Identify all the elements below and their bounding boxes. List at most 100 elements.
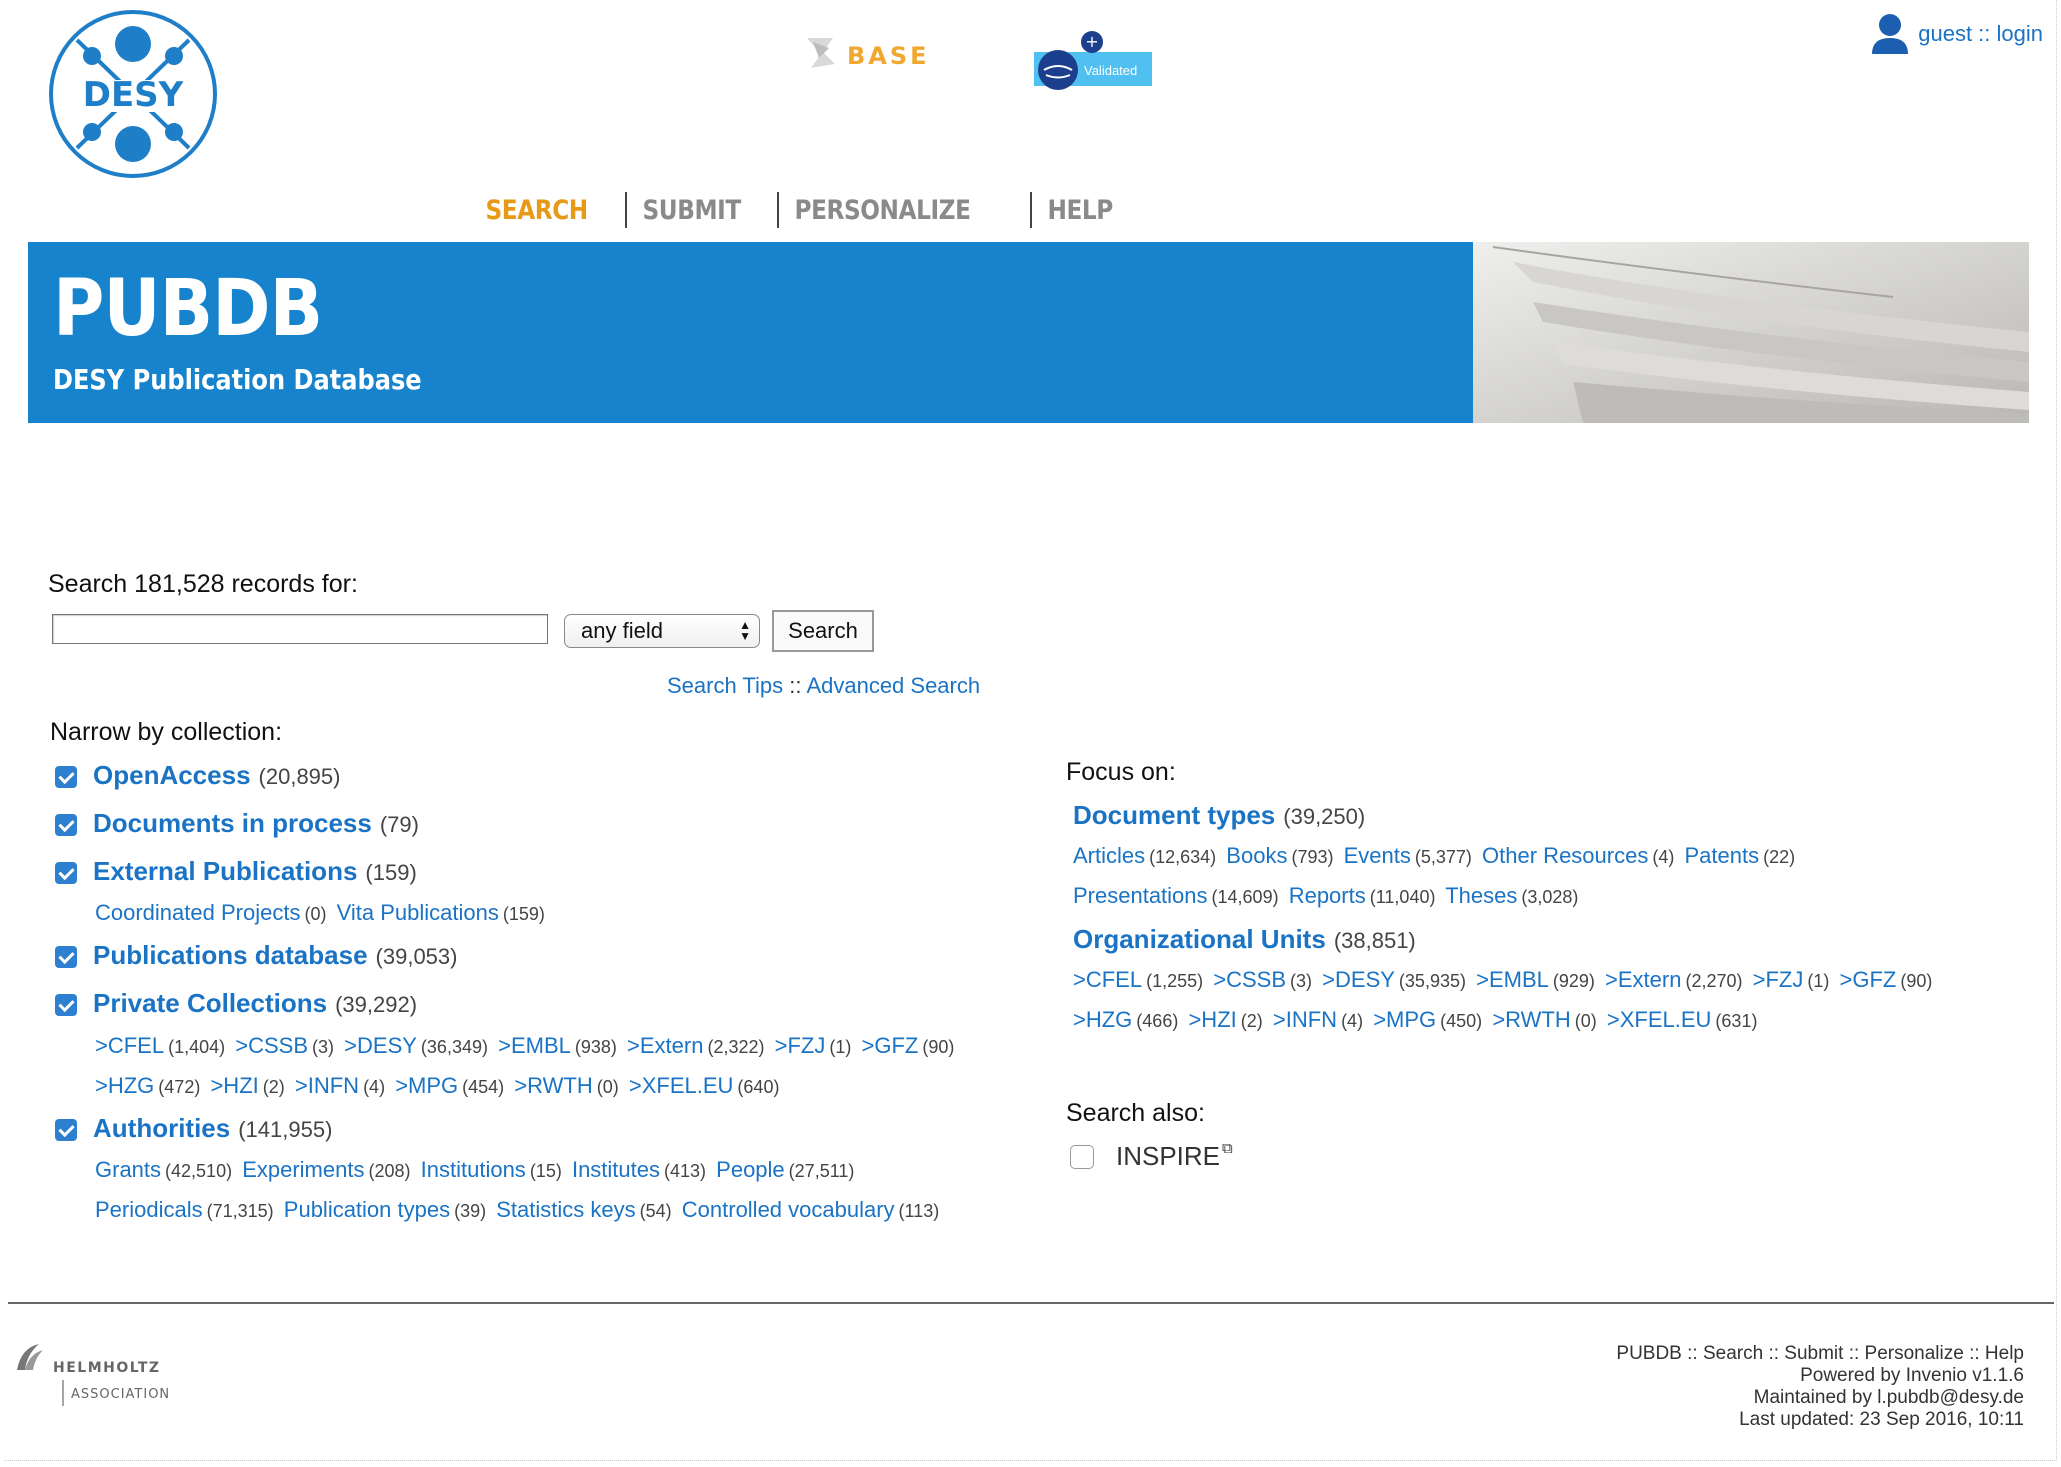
focus-link[interactable]: >HZI	[1188, 1007, 1236, 1032]
subcollection-link[interactable]: >XFEL.EU	[629, 1073, 734, 1098]
helmholtz-line-2: ASSOCIATION	[71, 1387, 170, 1402]
focus-link[interactable]: Events	[1344, 843, 1411, 868]
subcollection-link[interactable]: Vita Publications	[337, 900, 499, 925]
subcollection-link[interactable]: Institutes	[572, 1157, 660, 1182]
subcollection-link[interactable]: >HZG	[95, 1073, 154, 1098]
newspaper-image	[1473, 242, 2029, 423]
external-link-icon: ⧉	[1222, 1140, 1233, 1157]
advanced-search-link[interactable]: Advanced Search	[806, 673, 980, 698]
checkbox-checked[interactable]	[55, 946, 77, 968]
search-button[interactable]: Search	[772, 610, 874, 652]
focus-count: (90)	[1900, 971, 1933, 991]
checkbox-unchecked[interactable]	[1070, 1144, 1094, 1169]
focus-link[interactable]: Other Resources	[1482, 843, 1648, 868]
focus-link[interactable]: >MPG	[1373, 1007, 1436, 1032]
subcollection-link[interactable]: >CSSB	[235, 1033, 308, 1058]
focus-heading-link[interactable]: Organizational Units	[1073, 924, 1326, 955]
subcollection-link[interactable]: Experiments	[242, 1157, 364, 1182]
focus-link[interactable]: >HZG	[1073, 1007, 1132, 1032]
search-input[interactable]	[52, 614, 548, 644]
focus-link[interactable]: >FZJ	[1753, 967, 1804, 992]
checkbox-checked[interactable]	[55, 994, 77, 1016]
nav-personalize[interactable]: PERSONALIZE	[779, 195, 986, 226]
subcollection-link[interactable]: >INFN	[295, 1073, 359, 1098]
collection-name[interactable]: Publications database	[93, 940, 368, 971]
focus-link[interactable]: >GFZ	[1839, 967, 1896, 992]
subcollection-link[interactable]: People	[716, 1157, 785, 1182]
collection-name[interactable]: Documents in process	[93, 808, 372, 839]
subcollection-link[interactable]: >HZI	[210, 1073, 258, 1098]
focus-link[interactable]: >CSSB	[1213, 967, 1286, 992]
focus-link[interactable]: >Extern	[1605, 967, 1681, 992]
nav-help[interactable]: HELP	[1032, 195, 1128, 226]
subcollection-link[interactable]: Controlled vocabulary	[682, 1197, 895, 1222]
checkbox-checked[interactable]	[55, 862, 77, 884]
focus-link[interactable]: Presentations	[1073, 883, 1208, 908]
focus-link[interactable]: >CFEL	[1073, 967, 1142, 992]
subcollection-count: (454)	[462, 1077, 505, 1097]
validated-badge-icon[interactable]: + Validated	[1030, 28, 1155, 90]
focus-link[interactable]: >RWTH	[1492, 1007, 1570, 1032]
subcollection-link[interactable]: >RWTH	[514, 1073, 592, 1098]
focus-count: (2)	[1240, 1011, 1263, 1031]
base-logo-text: BASE	[847, 42, 930, 70]
focus-link[interactable]: Theses	[1445, 883, 1517, 908]
subcollection-count: (640)	[737, 1077, 780, 1097]
focus-count: (39,250)	[1283, 804, 1366, 829]
subcollection-link[interactable]: Coordinated Projects	[95, 900, 300, 925]
focus-link[interactable]: >XFEL.EU	[1607, 1007, 1712, 1032]
focus-link[interactable]: >EMBL	[1476, 967, 1549, 992]
collection-name[interactable]: Private Collections	[93, 988, 327, 1019]
subcollection-link[interactable]: Institutions	[421, 1157, 526, 1182]
checkbox-checked[interactable]	[55, 766, 77, 788]
document-types-row-1: Articles (12,634) Books (793) Events (5,377…	[1073, 843, 1799, 869]
collection-name[interactable]: Authorities	[93, 1113, 230, 1144]
inspire-label[interactable]: INSPIRE	[1116, 1141, 1220, 1172]
focus-heading-link[interactable]: Document types	[1073, 800, 1275, 831]
subcollection-link[interactable]: >MPG	[395, 1073, 458, 1098]
validated-text: Validated	[1084, 63, 1137, 78]
nav-search[interactable]: SEARCH	[470, 195, 603, 226]
subcollection-count: (1,404)	[168, 1037, 226, 1057]
field-select[interactable]: any field ▲ ▼	[564, 614, 760, 648]
focus-link[interactable]: >DESY	[1322, 967, 1395, 992]
subcollection-link[interactable]: >CFEL	[95, 1033, 164, 1058]
focus-count: (3,028)	[1521, 887, 1579, 907]
checkbox-checked[interactable]	[55, 1119, 77, 1141]
focus-link[interactable]: Patents	[1684, 843, 1759, 868]
subcollection-count: (39)	[454, 1201, 487, 1221]
search-tips-link[interactable]: Search Tips	[667, 673, 783, 698]
user-login-link[interactable]: guest :: login	[1918, 21, 2043, 47]
subcollection-count: (4)	[363, 1077, 386, 1097]
user-login[interactable]: guest :: login	[1870, 12, 2043, 56]
private-subcollections-row-2: >HZG (472) >HZI (2) >INFN (4) >MPG (454) >RW…	[95, 1073, 783, 1099]
desy-logo[interactable]: DESY	[47, 8, 219, 180]
checkbox-checked[interactable]	[55, 814, 77, 836]
base-logo[interactable]: BASE	[805, 34, 950, 76]
document-types-row-2: Presentations (14,609) Reports (11,040) Th…	[1073, 883, 1582, 909]
subcollection-link[interactable]: Grants	[95, 1157, 161, 1182]
focus-link[interactable]: Books	[1226, 843, 1287, 868]
focus-link[interactable]: >INFN	[1273, 1007, 1337, 1032]
collection-count: (141,955)	[238, 1117, 333, 1142]
subcollection-link[interactable]: Publication types	[284, 1197, 450, 1222]
subcollection-link[interactable]: >DESY	[344, 1033, 417, 1058]
subcollection-link[interactable]: Statistics keys	[496, 1197, 635, 1222]
top-nav: SEARCH SUBMIT PERSONALIZE HELP	[470, 192, 1144, 228]
collection-name[interactable]: OpenAccess	[93, 760, 251, 791]
focus-link[interactable]: Reports	[1289, 883, 1366, 908]
subcollection-link[interactable]: >FZJ	[775, 1033, 826, 1058]
helmholtz-logo[interactable]: HELMHOLTZ ASSOCIATION	[15, 1340, 195, 1410]
subcollection-link[interactable]: Periodicals	[95, 1197, 203, 1222]
subcollection-count: (71,315)	[206, 1201, 274, 1221]
footer-links[interactable]: PUBDB :: Search :: Submit :: Personalize…	[1616, 1343, 2024, 1365]
focus-count: (12,634)	[1149, 847, 1217, 867]
nav-submit[interactable]: SUBMIT	[627, 195, 756, 226]
subcollection-count: (36,349)	[420, 1037, 488, 1057]
subcollection-link[interactable]: >GFZ	[861, 1033, 918, 1058]
subcollection-link[interactable]: >EMBL	[498, 1033, 571, 1058]
focus-link[interactable]: Articles	[1073, 843, 1145, 868]
subcollection-link[interactable]: >Extern	[627, 1033, 703, 1058]
focus-count: (0)	[1574, 1011, 1597, 1031]
collection-name[interactable]: External Publications	[93, 856, 357, 887]
